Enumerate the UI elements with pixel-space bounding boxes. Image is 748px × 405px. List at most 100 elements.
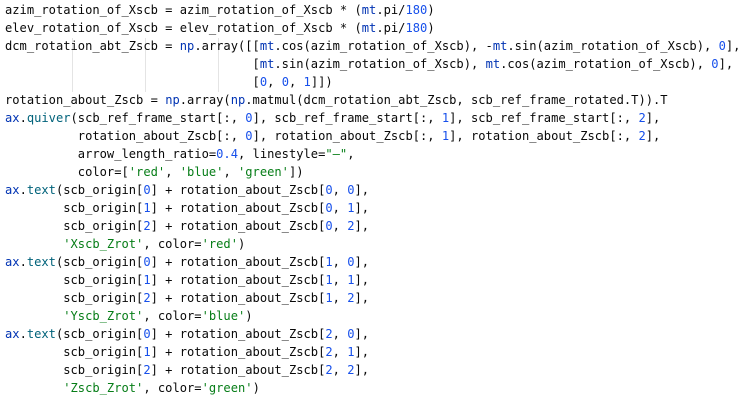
code-token-plain: ], <box>645 129 661 143</box>
code-token-plain: ] + rotation_about_Zscb[ <box>150 291 326 305</box>
code-token-number: 2 <box>143 291 151 305</box>
code-line[interactable]: 'Yscb_Zrot', color='blue') <box>5 307 740 325</box>
code-token-plain: , <box>332 291 348 305</box>
code-line[interactable]: scb_origin[2] + rotation_about_Zscb[1, 2… <box>5 289 740 307</box>
code-token-plain: , <box>332 273 348 287</box>
code-token-number: 0 <box>245 129 253 143</box>
code-line[interactable]: 'Zscb_Zrot', color='green') <box>5 379 740 397</box>
code-token-string: 'red' <box>201 237 238 251</box>
code-token-plain: ] + rotation_about_Zscb[ <box>150 363 326 377</box>
code-token-number: 1 <box>325 255 333 269</box>
code-token-plain: .matmul(dcm_rotation_abt_Zscb, scb_ref_f… <box>245 93 668 107</box>
code-token-string: 'red' <box>128 165 166 179</box>
code-token-number: 1 <box>143 345 151 359</box>
code-token-plain: [ <box>5 57 260 71</box>
code-token-module: mt <box>361 3 377 17</box>
code-line[interactable]: ax.quiver(scb_ref_frame_start[:, 0], scb… <box>5 109 740 127</box>
code-line[interactable]: scb_origin[1] + rotation_about_Zscb[1, 1… <box>5 271 740 289</box>
code-token-module: mt <box>259 57 275 71</box>
code-token-number: 0 <box>325 201 333 215</box>
code-token-plain: .cos(azim_rotation_of_Xscb), - <box>274 39 493 53</box>
code-token-number: 0 <box>245 111 253 125</box>
code-token-plain: , <box>223 165 238 179</box>
code-token-plain: ], <box>354 255 370 269</box>
code-token-plain: . <box>19 111 27 125</box>
code-line[interactable]: 'Xscb_Zrot', color='red') <box>5 235 740 253</box>
code-token-plain: .array( <box>179 93 231 107</box>
code-token-plain: ) <box>252 381 260 395</box>
code-token-plain: color=[ <box>5 165 129 179</box>
code-token-plain: ) <box>427 21 435 35</box>
code-line[interactable]: azim_rotation_of_Xscb = azim_rotation_of… <box>5 1 740 19</box>
code-token-number: 0 <box>281 75 289 89</box>
code-token-plain: , <box>165 165 180 179</box>
code-token-plain: scb_origin[ <box>5 291 144 305</box>
code-token-plain: ] + rotation_about_Zscb[ <box>150 327 326 341</box>
code-editor[interactable]: azim_rotation_of_Xscb = azim_rotation_of… <box>0 0 748 405</box>
code-token-plain: ], <box>718 57 734 71</box>
code-token-module: np <box>165 93 180 107</box>
code-token-number: 1 <box>347 201 355 215</box>
code-token-plain: .pi/ <box>376 21 406 35</box>
code-token-plain: , <box>267 75 282 89</box>
code-token-number: 2 <box>325 345 333 359</box>
code-token-string: 'green' <box>201 381 253 395</box>
code-token-number: 1 <box>325 291 333 305</box>
code-line[interactable]: scb_origin[1] + rotation_about_Zscb[0, 1… <box>5 199 740 217</box>
code-token-plain: ], rotation_about_Zscb[:, <box>449 129 639 143</box>
code-token-number: 0 <box>711 57 719 71</box>
code-token-plain: .pi/ <box>376 3 406 17</box>
code-token-number: 0 <box>718 39 726 53</box>
code-token-plain: ], <box>645 111 661 125</box>
code-token-plain: , <box>332 255 348 269</box>
code-token-module: ax <box>5 111 20 125</box>
code-token-string: 'Xscb_Zrot' <box>63 237 144 251</box>
code-token-number: 2 <box>638 111 646 125</box>
code-token-number: 2 <box>638 129 646 143</box>
code-token-plain: . <box>19 327 27 341</box>
code-line[interactable]: scb_origin[2] + rotation_about_Zscb[0, 2… <box>5 217 740 235</box>
code-token-module: ax <box>5 255 20 269</box>
code-token-plain: ] + rotation_about_Zscb[ <box>150 345 326 359</box>
code-token-plain: ] + rotation_about_Zscb[ <box>150 273 326 287</box>
code-line[interactable]: arrow_length_ratio=0.4, linestyle="–", <box>5 145 740 163</box>
code-token-plain: ]]) <box>310 75 333 89</box>
code-token-number: 0 <box>325 219 333 233</box>
code-token-plain: , <box>288 75 304 89</box>
code-token-number: 1 <box>347 345 355 359</box>
code-token-number: 1 <box>325 273 333 287</box>
code-line[interactable]: scb_origin[1] + rotation_about_Zscb[2, 1… <box>5 343 740 361</box>
code-token-plain: ] + rotation_about_Zscb[ <box>150 183 326 197</box>
code-token-plain: , <box>332 363 348 377</box>
code-token-plain: [ <box>5 75 260 89</box>
code-token-string: 'blue' <box>201 309 246 323</box>
code-token-plain: , <box>332 345 348 359</box>
code-line[interactable]: color=['red', 'blue', 'green']) <box>5 163 740 181</box>
code-line[interactable]: scb_origin[2] + rotation_about_Zscb[2, 2… <box>5 361 740 379</box>
code-token-module: mt <box>361 21 377 35</box>
code-line[interactable]: [mt.sin(azim_rotation_of_Xscb), mt.cos(a… <box>5 55 740 73</box>
code-token-plain: ], scb_ref_frame_start[:, <box>449 111 639 125</box>
code-line[interactable]: rotation_about_Zscb[:, 0], rotation_abou… <box>5 127 740 145</box>
code-token-number: 0 <box>347 183 355 197</box>
code-line[interactable]: ax.text(scb_origin[0] + rotation_about_Z… <box>5 253 740 271</box>
code-token-plain: . <box>19 255 27 269</box>
code-text[interactable]: azim_rotation_of_Xscb = azim_rotation_of… <box>5 1 740 397</box>
code-token-plain: ]) <box>288 165 304 179</box>
code-token-plain: ], <box>354 183 370 197</box>
code-token-number: 2 <box>347 363 355 377</box>
code-token-plain: , <box>347 147 355 161</box>
code-token-plain: scb_origin[ <box>5 273 144 287</box>
code-token-func: text <box>26 327 56 341</box>
code-line[interactable]: ax.text(scb_origin[0] + rotation_about_Z… <box>5 181 740 199</box>
code-line[interactable]: dcm_rotation_abt_Zscb = np.array([[mt.co… <box>5 37 740 55</box>
code-line[interactable]: rotation_about_Zscb = np.array(np.matmul… <box>5 91 740 109</box>
code-token-number: 1 <box>143 201 151 215</box>
code-token-number: 180 <box>405 3 428 17</box>
code-line[interactable]: ax.text(scb_origin[0] + rotation_about_Z… <box>5 325 740 343</box>
code-line[interactable]: elev_rotation_of_Xscb = elev_rotation_of… <box>5 19 740 37</box>
code-token-plain: arrow_length_ratio= <box>5 147 217 161</box>
code-line[interactable]: [0, 0, 1]]) <box>5 73 740 91</box>
code-token-plain: , <box>332 201 348 215</box>
